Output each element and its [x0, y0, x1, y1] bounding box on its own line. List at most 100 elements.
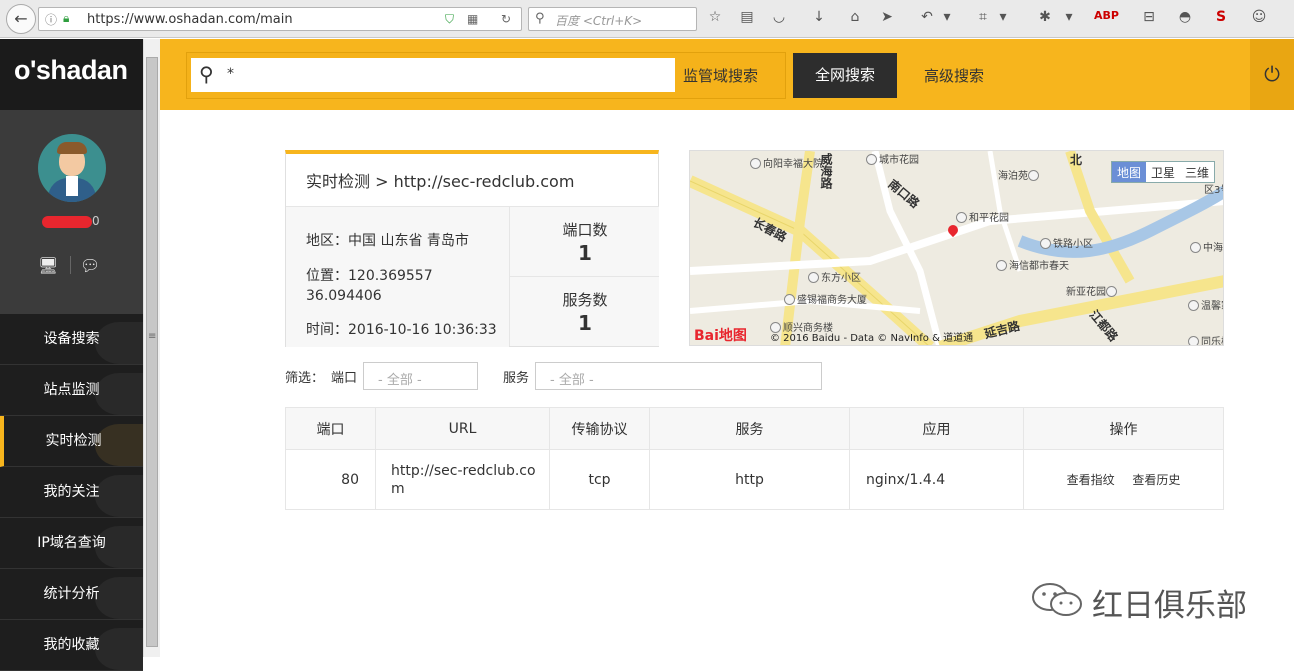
translate-icon[interactable]: ⊟	[1140, 9, 1158, 25]
ports-stat: 端口数 1	[509, 206, 659, 276]
browser-search-box[interactable]: ⚲ 百度 <Ctrl+K>	[528, 7, 697, 31]
sidebar-scrollbar[interactable]: ≡	[143, 39, 160, 657]
browser-toolbar: ← ⓘ 🔒︎ https://www.oshadan.com/main ⛉ ▦ …	[0, 0, 1294, 38]
region-text: 地区：中国 山东省 青岛市	[306, 233, 469, 249]
advanced-search-button[interactable]: 高级搜索	[924, 65, 984, 86]
col-service: 服务	[649, 407, 850, 450]
col-actions: 操作	[1023, 407, 1224, 450]
service-filter-select[interactable]: - 全部 -	[535, 362, 822, 390]
sidebar-menu: 设备搜索 站点监测 实时检测 我的关注 IP域名查询 统计分析 我的收藏	[0, 314, 143, 671]
map-poi: 新亚花园	[1066, 283, 1119, 298]
cell-actions: 查看指纹 查看历史	[1023, 449, 1224, 510]
map-poi: 区3号楼	[1204, 185, 1223, 196]
eye-icon	[95, 373, 143, 415]
scrollbar-grip-icon: ≡	[148, 331, 157, 342]
info-icon[interactable]: ⓘ	[45, 11, 57, 28]
view-history-link[interactable]: 查看历史	[1132, 473, 1180, 487]
poi-icon	[1188, 336, 1199, 345]
hat-icon[interactable]: ◓	[1176, 9, 1194, 25]
bookmark-star-icon[interactable]: ☆	[706, 9, 724, 25]
map-type-3d[interactable]: 三维	[1180, 162, 1214, 182]
search-all-button[interactable]: 全网搜索	[793, 53, 897, 98]
globe-icon	[95, 322, 143, 364]
reading-list-icon[interactable]: ▤	[738, 9, 756, 25]
power-icon[interactable]: ⏻	[1250, 39, 1294, 110]
download-icon[interactable]: ↓	[810, 9, 828, 25]
shield-icon[interactable]: ⛉	[445, 12, 454, 27]
url-text[interactable]: https://www.oshadan.com/main	[87, 12, 293, 27]
crop-icon[interactable]: ⌗	[974, 9, 992, 25]
adblock-icon[interactable]: ABP	[1094, 9, 1119, 22]
pie-chart-icon	[95, 577, 143, 619]
poi-icon	[1106, 286, 1117, 297]
view-fingerprint-link[interactable]: 查看指纹	[1067, 473, 1115, 487]
send-icon[interactable]: ➤	[878, 9, 896, 25]
chat-icon[interactable]: 💬︎	[80, 256, 100, 275]
location-map[interactable]: 地图 卫星 三维 向阳幸福大院 城市花园 海泊苑 和平花园 铁路小区 海信都市春天 …	[689, 150, 1224, 346]
location-line1: 位置：120.369557	[306, 268, 433, 284]
poi-icon	[996, 260, 1007, 271]
map-poi: 温馨家	[1188, 297, 1223, 312]
poi-icon	[784, 294, 795, 305]
services-value: 1	[578, 311, 592, 335]
dropdown-icon[interactable]: ▾	[938, 9, 956, 25]
back-arrow-icon[interactable]: ←	[6, 4, 36, 34]
port-filter-select[interactable]: - 全部 -	[363, 362, 478, 390]
undo-icon[interactable]: ↶	[918, 9, 936, 25]
sidebar-item-realtime-check[interactable]: 实时检测	[0, 416, 143, 467]
bug-icon[interactable]: ✱	[1036, 9, 1054, 25]
browser-search-placeholder: 百度 <Ctrl+K>	[555, 14, 643, 28]
col-url: URL	[375, 407, 550, 450]
sidebar-item-ip-domain-query[interactable]: IP域名查询	[0, 518, 143, 569]
poi-icon	[750, 158, 761, 169]
dropdown-icon[interactable]: ▾	[1060, 9, 1078, 25]
services-label: 服务数	[562, 291, 608, 309]
table-row: 80 http://sec-redclub.com tcp http nginx…	[285, 449, 1224, 510]
s-extension-icon[interactable]: S	[1212, 9, 1230, 25]
pocket-icon[interactable]: ◡	[770, 9, 788, 25]
search-value[interactable]: *	[227, 66, 234, 82]
map-type-satellite[interactable]: 卫星	[1146, 162, 1180, 182]
location-details: 地区：中国 山东省 青岛市 位置：120.369557 36.094406 时间…	[286, 206, 509, 347]
map-type-map[interactable]: 地图	[1111, 162, 1146, 182]
filter-label: 筛选：	[285, 371, 325, 386]
search-icon[interactable]: ⚲	[199, 62, 214, 86]
home-icon[interactable]: ⌂	[846, 9, 864, 25]
poi-icon	[1190, 242, 1201, 253]
monitor-icon[interactable]: 🖥︎	[38, 256, 58, 275]
map-copyright: © 2016 Baidu - Data © NavInfo & 道道通	[770, 333, 974, 344]
sidebar-item-my-follows[interactable]: 我的关注	[0, 467, 143, 518]
detection-info-card: 实时检测 > http://sec-redclub.com 地区：中国 山东省 …	[285, 150, 659, 347]
map-poi: 盛锡福商务大厦	[784, 291, 867, 306]
scope-search-button[interactable]: 监管域搜索	[683, 65, 758, 86]
smiley-icon[interactable]: ☺	[1250, 9, 1268, 25]
sidebar-item-device-search[interactable]: 设备搜索	[0, 314, 143, 365]
search-input[interactable]: ⚲ *	[191, 58, 675, 92]
poi-icon	[866, 154, 877, 165]
sidebar: o'shadan 0 🖥︎ 💬︎ 设备搜索 站点监测 实时检测 我的关注 IP域…	[0, 39, 143, 671]
poi-icon	[1040, 238, 1051, 249]
reload-icon[interactable]: ↻	[501, 12, 511, 26]
oshadan-logo[interactable]: o'shadan	[0, 39, 143, 110]
avatar[interactable]	[38, 134, 106, 202]
search-icon: ⚲	[535, 11, 545, 26]
map-poi: 铁路小区	[1040, 235, 1093, 250]
map-poi: 城市花园	[866, 151, 919, 166]
sidebar-item-my-favorites[interactable]: 我的收藏	[0, 620, 143, 671]
sidebar-item-site-monitor[interactable]: 站点监测	[0, 365, 143, 416]
wechat-icon	[1032, 583, 1082, 616]
logo-text: o'shadan	[14, 55, 128, 85]
scrollbar-thumb[interactable]	[146, 57, 158, 647]
poi-icon	[808, 272, 819, 283]
ports-label: 端口数	[562, 221, 608, 239]
address-bar[interactable]: ⓘ 🔒︎ https://www.oshadan.com/main ⛉ ▦ ↻	[38, 7, 522, 31]
poi-icon	[956, 212, 967, 223]
qr-code-icon[interactable]: ▦	[467, 12, 478, 26]
map-poi: 中海	[1190, 239, 1223, 254]
star-icon	[95, 628, 143, 670]
sidebar-item-statistics[interactable]: 统计分析	[0, 569, 143, 620]
baidu-logo[interactable]: Bai地图	[694, 325, 747, 345]
col-app: 应用	[849, 407, 1024, 450]
dropdown-icon[interactable]: ▾	[994, 9, 1012, 25]
services-stat: 服务数 1	[509, 276, 659, 346]
